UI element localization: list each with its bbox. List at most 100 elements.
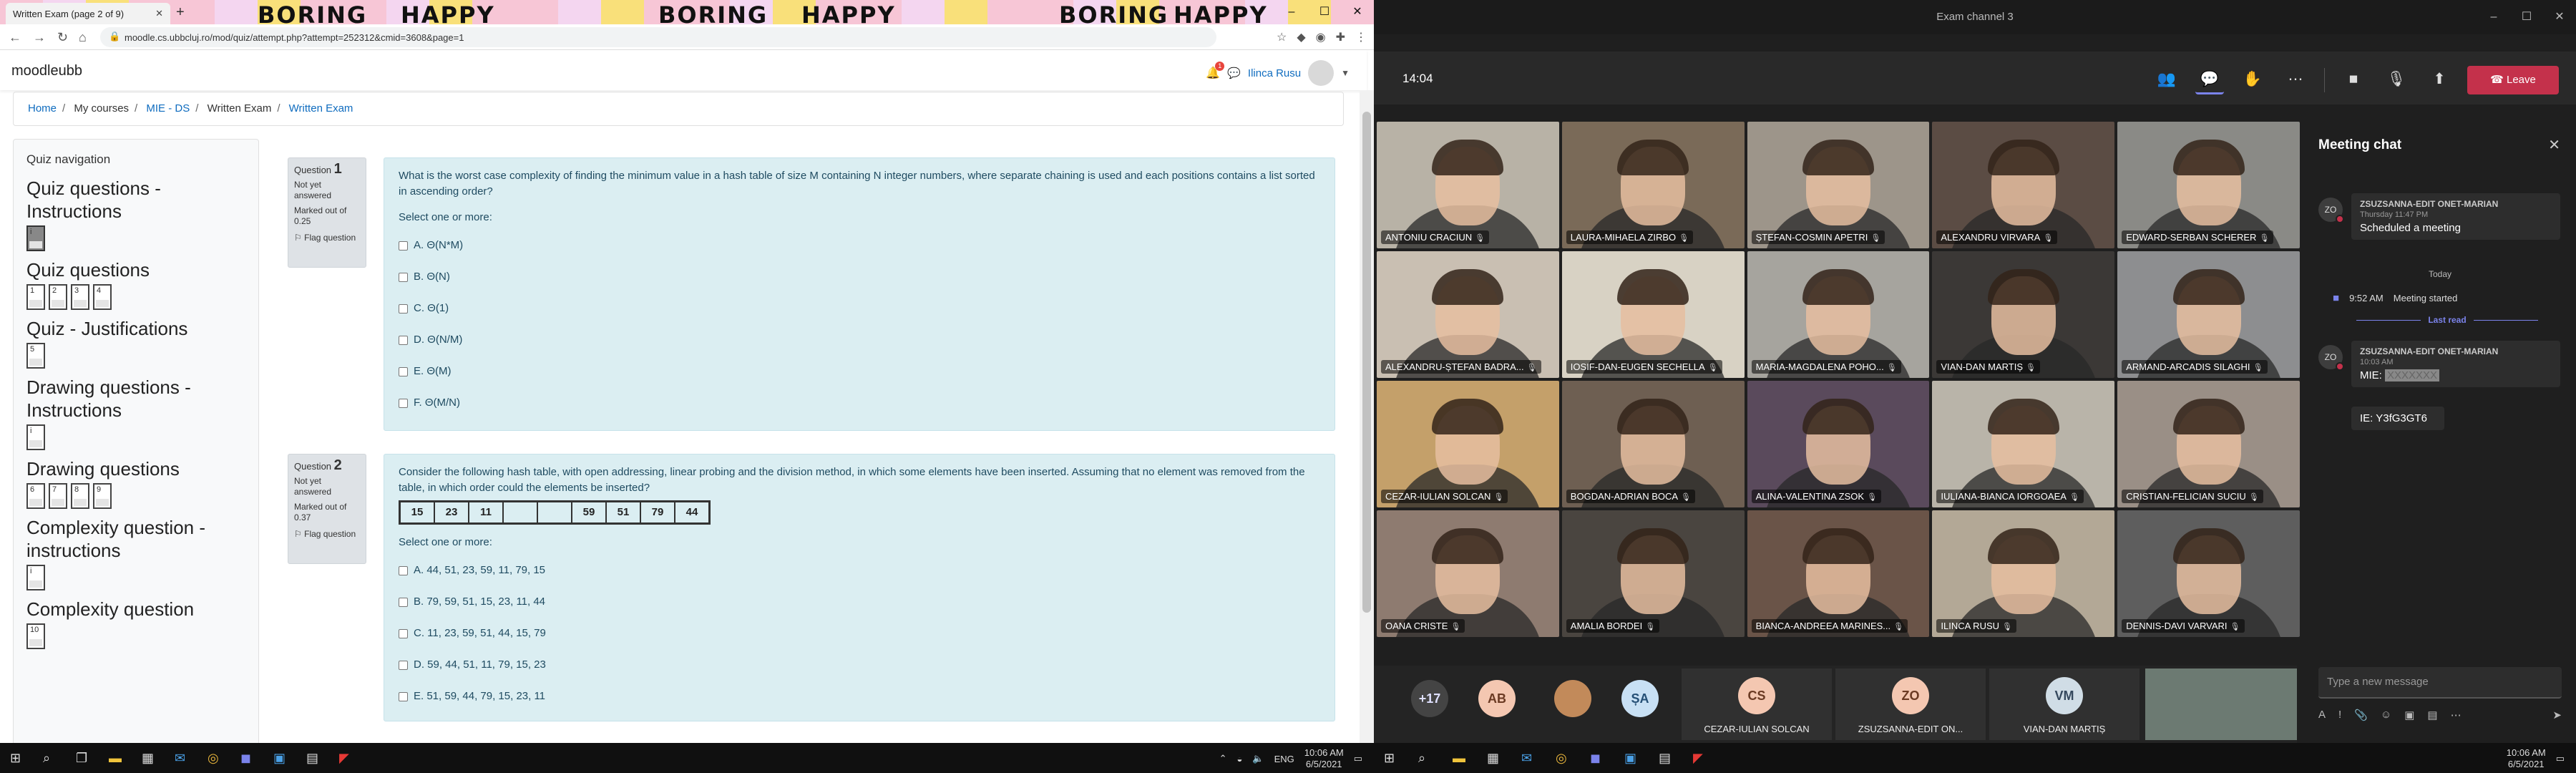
app-icon[interactable]: ▦ xyxy=(1487,751,1499,766)
browser-menu-icon[interactable]: ⋮ xyxy=(1355,30,1367,44)
minimize-icon[interactable]: – xyxy=(2477,0,2510,34)
answer-checkbox[interactable] xyxy=(399,565,408,575)
user-name[interactable]: Ilinca Rusu xyxy=(1248,67,1301,79)
self-video-preview[interactable] xyxy=(2145,669,2297,740)
home-icon[interactable]: ⌂ xyxy=(79,30,87,45)
site-brand[interactable]: moodleubb xyxy=(11,63,82,79)
participant-tile[interactable]: EDWARD-SERBAN SCHERER 🎙 xyxy=(2117,122,2300,248)
participant-tile[interactable]: BOGDAN-ADRIAN BOCA 🎙 xyxy=(1561,381,1745,507)
user-menu[interactable]: 🔔 1 💬 Ilinca Rusu ▼ xyxy=(1206,60,1350,86)
breadcrumb-quiz[interactable]: Written Exam xyxy=(289,102,353,115)
mail-icon[interactable]: ✉ xyxy=(1521,751,1532,766)
answer-checkbox[interactable] xyxy=(399,691,408,701)
share-screen-icon[interactable]: ⬆ xyxy=(2425,66,2454,94)
forward-icon[interactable]: → xyxy=(33,30,46,45)
overflow-participants-button[interactable]: +17 xyxy=(1411,680,1448,717)
quiz-nav-button[interactable]: 8 xyxy=(71,483,89,509)
windows-start-icon[interactable]: ⊞ xyxy=(1384,751,1395,766)
bookmark-star-icon[interactable]: ☆ xyxy=(1277,30,1287,44)
quiz-nav-button[interactable]: 4 xyxy=(93,284,112,310)
answer-option[interactable]: B. 79, 59, 51, 15, 23, 11, 44 xyxy=(399,586,1320,618)
app-icon[interactable]: ▣ xyxy=(273,751,286,766)
messages-icon[interactable]: 💬 xyxy=(1227,67,1241,79)
app-icon[interactable]: ▤ xyxy=(1659,751,1671,766)
answer-option[interactable]: C. Θ(1) xyxy=(399,293,1320,324)
file-explorer-icon[interactable]: ▬ xyxy=(1453,751,1465,766)
strip-participant-tile[interactable]: ZO ZSUZSANNA-EDIT ON... xyxy=(1835,669,1986,740)
teams-icon[interactable]: ◼ xyxy=(1590,751,1601,766)
notifications-icon[interactable]: ▭ xyxy=(1354,753,1362,764)
avatar-photo[interactable] xyxy=(1554,680,1591,717)
participant-tile[interactable]: DENNIS-DAVI VARVARI 🎙 xyxy=(2117,510,2300,637)
participant-tile[interactable]: ALEXANDRU-ȘTEFAN BADRA... 🎙 xyxy=(1377,251,1559,378)
url-field[interactable]: 🔒 moodle.cs.ubbcluj.ro/mod/quiz/attempt.… xyxy=(100,27,1216,47)
answer-checkbox[interactable] xyxy=(399,240,408,251)
app-icon[interactable]: ▣ xyxy=(1624,751,1636,766)
teams-icon[interactable]: ◼ xyxy=(240,751,251,766)
minimize-icon[interactable]: – xyxy=(1275,0,1308,24)
answer-option[interactable]: E. 51, 59, 44, 79, 15, 23, 11 xyxy=(399,681,1320,712)
chrome-icon[interactable]: ◎ xyxy=(208,751,219,766)
close-tab-icon[interactable]: ✕ xyxy=(155,8,163,19)
compose-message-field[interactable]: Type a new message xyxy=(2318,667,2562,699)
reactions-icon[interactable]: ✋ xyxy=(2238,66,2267,94)
language-indicator[interactable]: ENG xyxy=(1274,754,1294,764)
maximize-icon[interactable]: ☐ xyxy=(1308,0,1341,24)
participant-tile[interactable]: AMALIA BORDEI 🎙 xyxy=(1561,510,1745,637)
participant-tile[interactable]: ARMAND-ARCADIS SILAGHI 🎙 xyxy=(2117,251,2300,378)
volume-icon[interactable]: 🔈 xyxy=(1252,753,1264,764)
extensions-puzzle-icon[interactable]: ✚ xyxy=(1336,30,1345,44)
quiz-nav-button[interactable]: 6 xyxy=(26,483,45,509)
participant-tile[interactable]: VIAN-DAN MARTIȘ 🎙 xyxy=(1932,251,2115,378)
browser-tab[interactable]: Written Exam (page 2 of 9) ✕ xyxy=(6,3,170,24)
extension-icon[interactable]: ◆ xyxy=(1297,30,1305,44)
answer-checkbox[interactable] xyxy=(399,335,408,345)
quiz-nav-button[interactable]: i xyxy=(26,424,45,450)
participant-tile[interactable]: CEZAR-IULIAN SOLCAN 🎙 xyxy=(1377,381,1559,507)
chat-icon[interactable]: 💬 xyxy=(2195,66,2224,94)
extension-icon[interactable]: ◉ xyxy=(1316,30,1326,44)
send-icon[interactable]: ➤ xyxy=(2552,709,2562,721)
maximize-icon[interactable]: ☐ xyxy=(2510,0,2543,34)
quiz-nav-button[interactable]: 1 xyxy=(26,284,45,310)
participant-tile[interactable]: IULIANA-BIANCA IORGOAEA 🎙 xyxy=(1932,381,2115,507)
more-icon[interactable]: ⋯ xyxy=(2451,709,2462,721)
reload-icon[interactable]: ↻ xyxy=(57,30,68,45)
windows-start-icon[interactable]: ⊞ xyxy=(10,751,21,766)
acrobat-icon[interactable]: ◤ xyxy=(1693,751,1703,766)
answer-checkbox[interactable] xyxy=(399,272,408,282)
chrome-icon[interactable]: ◎ xyxy=(1556,751,1567,766)
breadcrumb-my-courses[interactable]: My courses xyxy=(74,102,129,115)
leave-button[interactable]: ☎ Leave xyxy=(2467,66,2559,94)
avatar[interactable]: ȘA xyxy=(1621,680,1659,717)
quiz-nav-button[interactable]: i xyxy=(26,225,45,251)
participant-tile[interactable]: ALEXANDRU VIRVARA 🎙 xyxy=(1932,122,2115,248)
mail-icon[interactable]: ✉ xyxy=(175,751,185,766)
close-icon[interactable]: ✕ xyxy=(2548,136,2560,154)
acrobat-icon[interactable]: ◤ xyxy=(339,751,349,766)
file-explorer-icon[interactable]: ▬ xyxy=(109,751,122,766)
quiz-nav-button[interactable]: 9 xyxy=(93,483,112,509)
gif-icon[interactable]: ▣ xyxy=(2404,709,2414,721)
participant-tile[interactable]: OANA CRISTE 🎙 xyxy=(1377,510,1559,637)
participant-tile[interactable]: ALINA-VALENTINA ZSOK 🎙 xyxy=(1747,381,1930,507)
quiz-nav-button[interactable]: 7 xyxy=(49,483,67,509)
notification-bell-icon[interactable]: 🔔 1 xyxy=(1206,62,1225,80)
quiz-nav-button[interactable]: 2 xyxy=(49,284,67,310)
quiz-nav-button[interactable]: i xyxy=(26,565,45,590)
flag-question-button[interactable]: ⚐ Flag question xyxy=(294,233,360,243)
sticker-icon[interactable]: ▤ xyxy=(2427,709,2437,721)
answer-option[interactable]: B. Θ(N) xyxy=(399,261,1320,293)
answer-option[interactable]: C. 11, 23, 59, 51, 44, 15, 79 xyxy=(399,618,1320,649)
format-icon[interactable]: A xyxy=(2318,709,2326,721)
participants-icon[interactable]: 👥 xyxy=(2152,66,2181,94)
page-scrollbar[interactable] xyxy=(1360,90,1374,743)
quiz-nav-button[interactable]: 10 xyxy=(26,623,45,649)
breadcrumb-home[interactable]: Home xyxy=(28,102,57,115)
camera-icon[interactable]: ■ xyxy=(2339,66,2368,94)
answer-option[interactable]: A. 44, 51, 23, 59, 11, 79, 15 xyxy=(399,555,1320,586)
new-tab-icon[interactable]: + xyxy=(176,4,185,21)
participant-tile[interactable]: MARIA-MAGDALENA POHO... 🎙 xyxy=(1747,251,1930,378)
answer-checkbox[interactable] xyxy=(399,398,408,408)
attach-icon[interactable]: 📎 xyxy=(2354,709,2368,721)
